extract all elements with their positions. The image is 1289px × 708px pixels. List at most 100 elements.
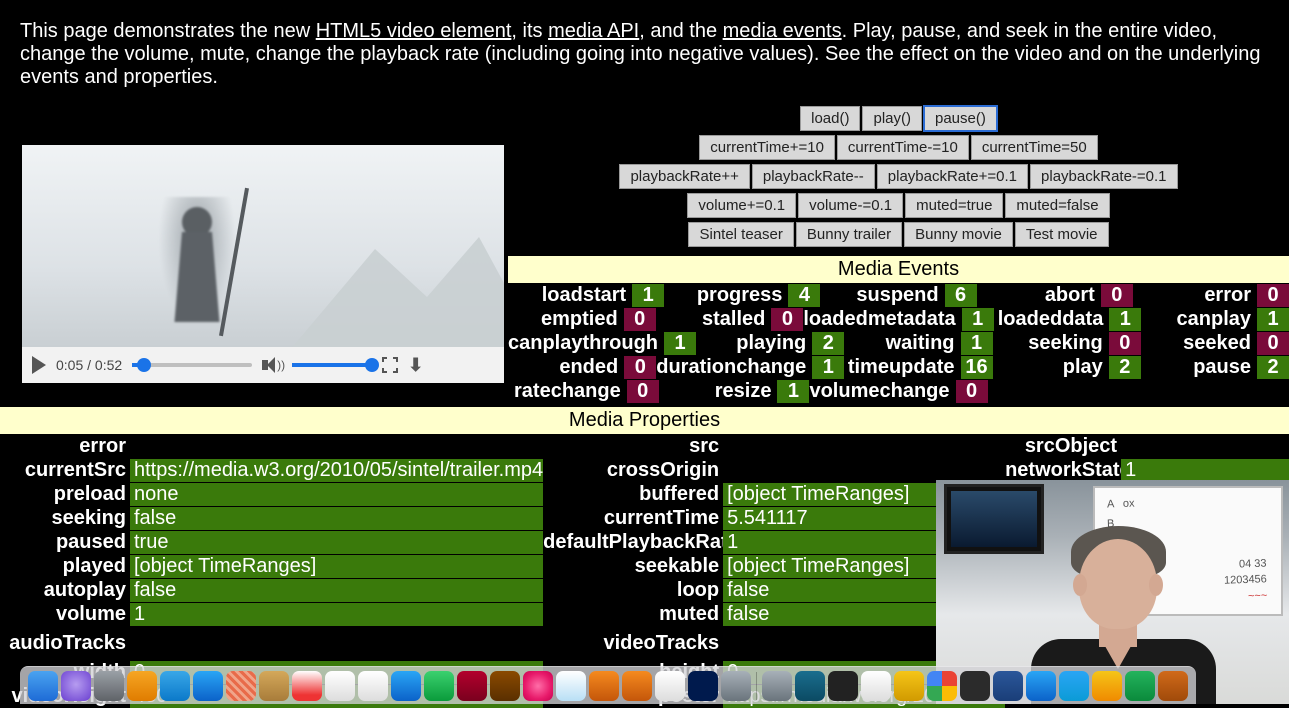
event-progress: progress <box>664 284 788 307</box>
prop-preload: preload <box>0 483 130 506</box>
dock-app-31[interactable] <box>1059 671 1089 701</box>
btn-currenttime-10[interactable]: currentTime-=10 <box>837 135 969 160</box>
dock-app-23[interactable] <box>795 671 825 701</box>
dock-app-16[interactable] <box>556 671 586 701</box>
dock-app-14[interactable] <box>490 671 520 701</box>
dock-app-33[interactable] <box>1125 671 1155 701</box>
prop-played-value: [object TimeRanges] <box>130 555 543 578</box>
dock-app-0[interactable] <box>28 671 58 701</box>
dock-app-32[interactable] <box>1092 671 1122 701</box>
event-abort: abort <box>977 284 1101 307</box>
btn-muted-true[interactable]: muted=true <box>905 193 1003 218</box>
btn-volume-0-1[interactable]: volume+=0.1 <box>687 193 796 218</box>
dock-app-30[interactable] <box>1026 671 1056 701</box>
btn-currenttime-50[interactable]: currentTime=50 <box>971 135 1098 160</box>
btn-playbackrate-0-1[interactable]: playbackRate-=0.1 <box>1030 164 1178 189</box>
media-properties-header: Media Properties <box>0 407 1289 434</box>
btn-sintel-teaser[interactable]: Sintel teaser <box>688 222 793 247</box>
event-play-count: 2 <box>1109 356 1141 379</box>
dock-app-2[interactable] <box>94 671 124 701</box>
event-stalled-count: 0 <box>771 308 803 331</box>
event-emptied-count: 0 <box>624 308 656 331</box>
dock-app-8[interactable] <box>292 671 322 701</box>
event-waiting-count: 1 <box>961 332 993 355</box>
prop-error: error <box>0 435 130 458</box>
prop-volume: volume <box>0 603 130 626</box>
intro-text: This page demonstrates the new HTML5 vid… <box>0 0 1289 99</box>
dock-app-17[interactable] <box>589 671 619 701</box>
dock-app-10[interactable] <box>358 671 388 701</box>
dock-app-20[interactable] <box>688 671 718 701</box>
dock-app-25[interactable] <box>861 671 891 701</box>
macos-dock[interactable] <box>20 666 1196 704</box>
link-video-element[interactable]: HTML5 video element <box>316 20 512 42</box>
btn-volume-0-1[interactable]: volume-=0.1 <box>798 193 903 218</box>
media-events-header: Media Events <box>508 256 1289 283</box>
dock-app-24[interactable] <box>828 671 858 701</box>
btn-load-[interactable]: load() <box>800 106 860 131</box>
event-loadedmetadata: loadedmetadata <box>803 308 961 331</box>
btn-bunny-movie[interactable]: Bunny movie <box>904 222 1013 247</box>
btn-test-movie[interactable]: Test movie <box>1015 222 1109 247</box>
event-abort-count: 0 <box>1101 284 1133 307</box>
volume-icon[interactable]: )) <box>262 357 282 373</box>
dock-app-22[interactable] <box>762 671 792 701</box>
btn-bunny-trailer[interactable]: Bunny trailer <box>796 222 902 247</box>
event-error: error <box>1133 284 1257 307</box>
dock-app-9[interactable] <box>325 671 355 701</box>
btn-pause-[interactable]: pause() <box>924 106 997 131</box>
fullscreen-icon[interactable] <box>382 357 398 373</box>
dock-app-19[interactable] <box>655 671 685 701</box>
video-time: 0:05 / 0:52 <box>56 357 122 373</box>
dock-app-12[interactable] <box>424 671 454 701</box>
dock-app-13[interactable] <box>457 671 487 701</box>
dock-app-21[interactable] <box>721 671 751 701</box>
event-ended-count: 0 <box>624 356 656 379</box>
prop-seeking-value: false <box>130 507 543 530</box>
btn-currenttime-10[interactable]: currentTime+=10 <box>699 135 835 160</box>
dock-app-1[interactable] <box>61 671 91 701</box>
prop-seeking: seeking <box>0 507 130 530</box>
video-player[interactable]: 0:05 / 0:52 )) ⬇ <box>22 145 504 383</box>
dock-app-4[interactable] <box>160 671 190 701</box>
prop-networkState-value: 1 <box>1121 459 1289 482</box>
prop-muted: muted <box>543 603 723 626</box>
dock-app-34[interactable] <box>1158 671 1188 701</box>
dock-app-7[interactable] <box>259 671 289 701</box>
prop-played: played <box>0 555 130 578</box>
event-volumechange: volumechange <box>809 380 955 403</box>
btn-playbackrate-0-1[interactable]: playbackRate+=0.1 <box>877 164 1028 189</box>
prop-paused: paused <box>0 531 130 554</box>
event-durationchange-count: 1 <box>812 356 844 379</box>
prop-volume-value: 1 <box>130 603 543 626</box>
dock-app-26[interactable] <box>894 671 924 701</box>
volume-slider[interactable] <box>292 363 372 367</box>
btn-play-[interactable]: play() <box>862 106 922 131</box>
btn-playbackrate-[interactable]: playbackRate++ <box>619 164 749 189</box>
play-icon[interactable] <box>32 356 46 374</box>
link-media-events[interactable]: media events <box>723 20 842 42</box>
event-seeked-count: 0 <box>1257 332 1289 355</box>
prop-buffered: buffered <box>543 483 723 506</box>
dock-app-28[interactable] <box>960 671 990 701</box>
btn-playbackrate-[interactable]: playbackRate-- <box>752 164 875 189</box>
prop-preload-value: none <box>130 483 543 506</box>
dock-app-15[interactable] <box>523 671 553 701</box>
dock-app-11[interactable] <box>391 671 421 701</box>
event-error-count: 0 <box>1257 284 1289 307</box>
event-seeking: seeking <box>993 332 1109 355</box>
link-media-api[interactable]: media API <box>548 20 639 42</box>
dock-app-27[interactable] <box>927 671 957 701</box>
progress-slider[interactable] <box>132 363 252 367</box>
event-playing-count: 2 <box>812 332 844 355</box>
btn-muted-false[interactable]: muted=false <box>1005 193 1109 218</box>
event-canplay-count: 1 <box>1257 308 1289 331</box>
dock-app-5[interactable] <box>193 671 223 701</box>
prop-defaultPlaybackRate: defaultPlaybackRate <box>543 531 723 554</box>
event-ratechange-count: 0 <box>627 380 659 403</box>
dock-app-6[interactable] <box>226 671 256 701</box>
dock-app-29[interactable] <box>993 671 1023 701</box>
dock-app-18[interactable] <box>622 671 652 701</box>
dock-app-3[interactable] <box>127 671 157 701</box>
download-icon[interactable]: ⬇ <box>408 356 423 374</box>
